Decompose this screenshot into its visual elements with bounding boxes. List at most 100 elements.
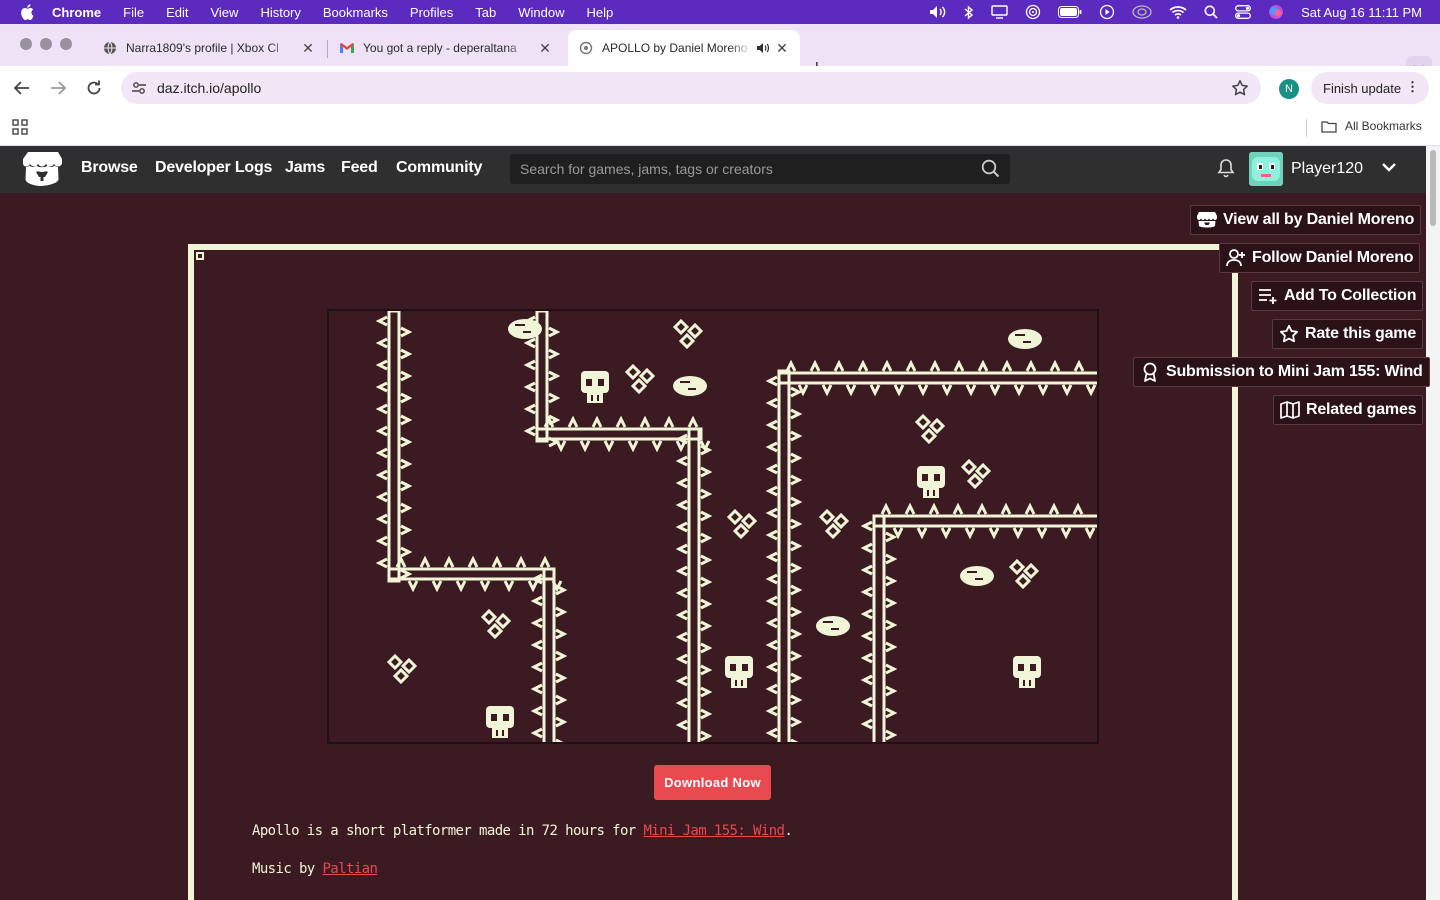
menu-history[interactable]: History bbox=[260, 5, 300, 20]
zoom-window-button[interactable] bbox=[60, 38, 72, 50]
nav-developer-logs[interactable]: Developer Logs bbox=[155, 159, 272, 177]
chevron-down-icon[interactable] bbox=[1381, 160, 1397, 178]
vine-leaf bbox=[491, 555, 515, 593]
battery-icon[interactable] bbox=[1058, 6, 1082, 18]
menu-file[interactable]: File bbox=[123, 5, 144, 20]
bookmarks-divider bbox=[1306, 119, 1307, 137]
jam-submission-button[interactable]: Submission to Mini Jam 155: Wind bbox=[1133, 357, 1430, 387]
vine-leaf bbox=[1025, 359, 1049, 397]
tab-gmail-reply[interactable]: You got a reply - deperaltana ✕ bbox=[329, 30, 563, 66]
composer-link[interactable]: Paltian bbox=[322, 861, 377, 877]
close-tab-icon[interactable]: ✕ bbox=[300, 40, 316, 57]
minimize-window-button[interactable] bbox=[40, 38, 52, 50]
skull-sprite-tooth bbox=[1029, 680, 1031, 686]
menu-profiles[interactable]: Profiles bbox=[410, 5, 453, 20]
skull-sprite bbox=[486, 706, 514, 728]
close-tab-icon[interactable]: ✕ bbox=[537, 40, 553, 57]
menu-bookmarks[interactable]: Bookmarks bbox=[323, 5, 388, 20]
menu-help[interactable]: Help bbox=[587, 5, 614, 20]
nav-browse[interactable]: Browse bbox=[81, 159, 138, 177]
menubar-clock[interactable]: Sat Aug 16 11:11 PM bbox=[1301, 5, 1422, 20]
download-now-button[interactable]: Download Now bbox=[654, 765, 771, 800]
skull-sprite-eye bbox=[586, 379, 592, 386]
bookmark-star-icon[interactable] bbox=[1231, 79, 1249, 102]
view-all-by-author-button[interactable]: View all by Daniel Moreno bbox=[1190, 205, 1422, 235]
menu-window[interactable]: Window bbox=[518, 5, 564, 20]
profile-avatar[interactable]: N bbox=[1279, 79, 1299, 99]
vine-leaf bbox=[530, 705, 568, 728]
tab-apollo[interactable]: APOLLO by Daniel Moreno ✕ bbox=[568, 30, 800, 66]
vine-leaf bbox=[765, 397, 803, 420]
nav-jams[interactable]: Jams bbox=[285, 159, 325, 177]
vine-leaf bbox=[591, 415, 615, 453]
skull-sprite-jaw bbox=[492, 728, 508, 738]
spotlight-search-icon[interactable] bbox=[1204, 5, 1218, 19]
page-scrollbar[interactable] bbox=[1426, 146, 1440, 900]
vine-leaf bbox=[675, 675, 713, 698]
vine-leaf bbox=[881, 359, 905, 397]
vine-leaf bbox=[675, 697, 713, 720]
game-screenshot[interactable] bbox=[327, 309, 1099, 744]
bluetooth-icon[interactable] bbox=[964, 4, 974, 20]
itch-store-icon bbox=[1197, 210, 1217, 230]
airdrop-icon[interactable] bbox=[1025, 4, 1041, 20]
menu-view[interactable]: View bbox=[210, 5, 238, 20]
related-games-button[interactable]: Related games bbox=[1273, 395, 1424, 425]
clover-sprite bbox=[920, 427, 938, 445]
rate-game-button[interactable]: Rate this game bbox=[1272, 319, 1424, 349]
close-tab-icon[interactable]: ✕ bbox=[774, 40, 790, 57]
add-to-collection-button[interactable]: Add To Collection bbox=[1251, 281, 1424, 311]
itch-search-input[interactable]: Search for games, jams, tags or creators bbox=[510, 154, 1010, 184]
skull-sprite-tooth bbox=[933, 490, 935, 496]
vine-leaf bbox=[1024, 502, 1048, 540]
nav-feed[interactable]: Feed bbox=[341, 159, 378, 177]
reload-button[interactable] bbox=[84, 78, 104, 98]
volume-icon[interactable] bbox=[929, 5, 947, 19]
menu-edit[interactable]: Edit bbox=[166, 5, 188, 20]
close-window-button[interactable] bbox=[20, 38, 32, 50]
url-text[interactable]: daz.itch.io/apollo bbox=[157, 80, 261, 96]
follow-author-button[interactable]: Follow Daniel Moreno bbox=[1219, 243, 1421, 273]
vine-leaf bbox=[860, 674, 898, 697]
vine-leaf bbox=[765, 507, 803, 530]
apple-icon[interactable] bbox=[20, 4, 34, 20]
vine-leaf bbox=[530, 727, 564, 742]
tab-xbox-profile[interactable]: Narra1809's profile | Xbox Cl ✕ bbox=[92, 30, 326, 66]
itch-logo-icon[interactable] bbox=[22, 151, 62, 188]
wifi-icon[interactable] bbox=[1169, 5, 1187, 19]
music-credit-text: Music by bbox=[252, 861, 323, 877]
vine-leaf bbox=[1048, 502, 1072, 540]
skull-sprite bbox=[1013, 656, 1041, 678]
apps-grid-icon[interactable] bbox=[12, 119, 28, 140]
all-bookmarks-button[interactable]: All Bookmarks bbox=[1321, 119, 1422, 133]
play-icon[interactable] bbox=[1099, 4, 1115, 20]
forward-button[interactable] bbox=[48, 78, 68, 98]
address-bar[interactable]: daz.itch.io/apollo bbox=[121, 72, 1261, 104]
notifications-bell-icon[interactable] bbox=[1216, 158, 1236, 183]
window-controls bbox=[20, 38, 72, 50]
site-settings-icon[interactable] bbox=[131, 80, 147, 101]
vine-segment bbox=[387, 567, 556, 581]
username[interactable]: Player120 bbox=[1291, 160, 1363, 178]
creative-cloud-icon[interactable] bbox=[1132, 5, 1152, 19]
tab-audio-icon[interactable] bbox=[756, 42, 770, 54]
vine-leaf bbox=[523, 403, 561, 426]
scrollbar-thumb[interactable] bbox=[1430, 150, 1436, 226]
jam-link[interactable]: Mini Jam 155: Wind bbox=[643, 823, 785, 839]
menu-tab[interactable]: Tab bbox=[475, 5, 496, 20]
search-icon[interactable] bbox=[981, 159, 1000, 183]
rock-sprite bbox=[673, 376, 707, 396]
skull-sprite-tooth bbox=[591, 395, 593, 401]
control-center-icon[interactable] bbox=[1235, 5, 1252, 19]
skull-sprite-jaw bbox=[923, 488, 939, 498]
back-button[interactable] bbox=[12, 78, 32, 98]
finish-update-button[interactable]: Finish update ⋮ bbox=[1311, 72, 1429, 104]
display-icon[interactable] bbox=[991, 5, 1008, 19]
more-menu-icon[interactable]: ⋮ bbox=[1406, 79, 1419, 95]
nav-community[interactable]: Community bbox=[396, 159, 482, 177]
menu-app-chrome[interactable]: Chrome bbox=[52, 5, 101, 20]
skull-sprite bbox=[581, 371, 609, 393]
user-avatar[interactable] bbox=[1249, 152, 1283, 186]
chrome-tab-strip: Narra1809's profile | Xbox Cl ✕ You got … bbox=[0, 24, 1440, 82]
siri-icon[interactable] bbox=[1268, 4, 1284, 20]
